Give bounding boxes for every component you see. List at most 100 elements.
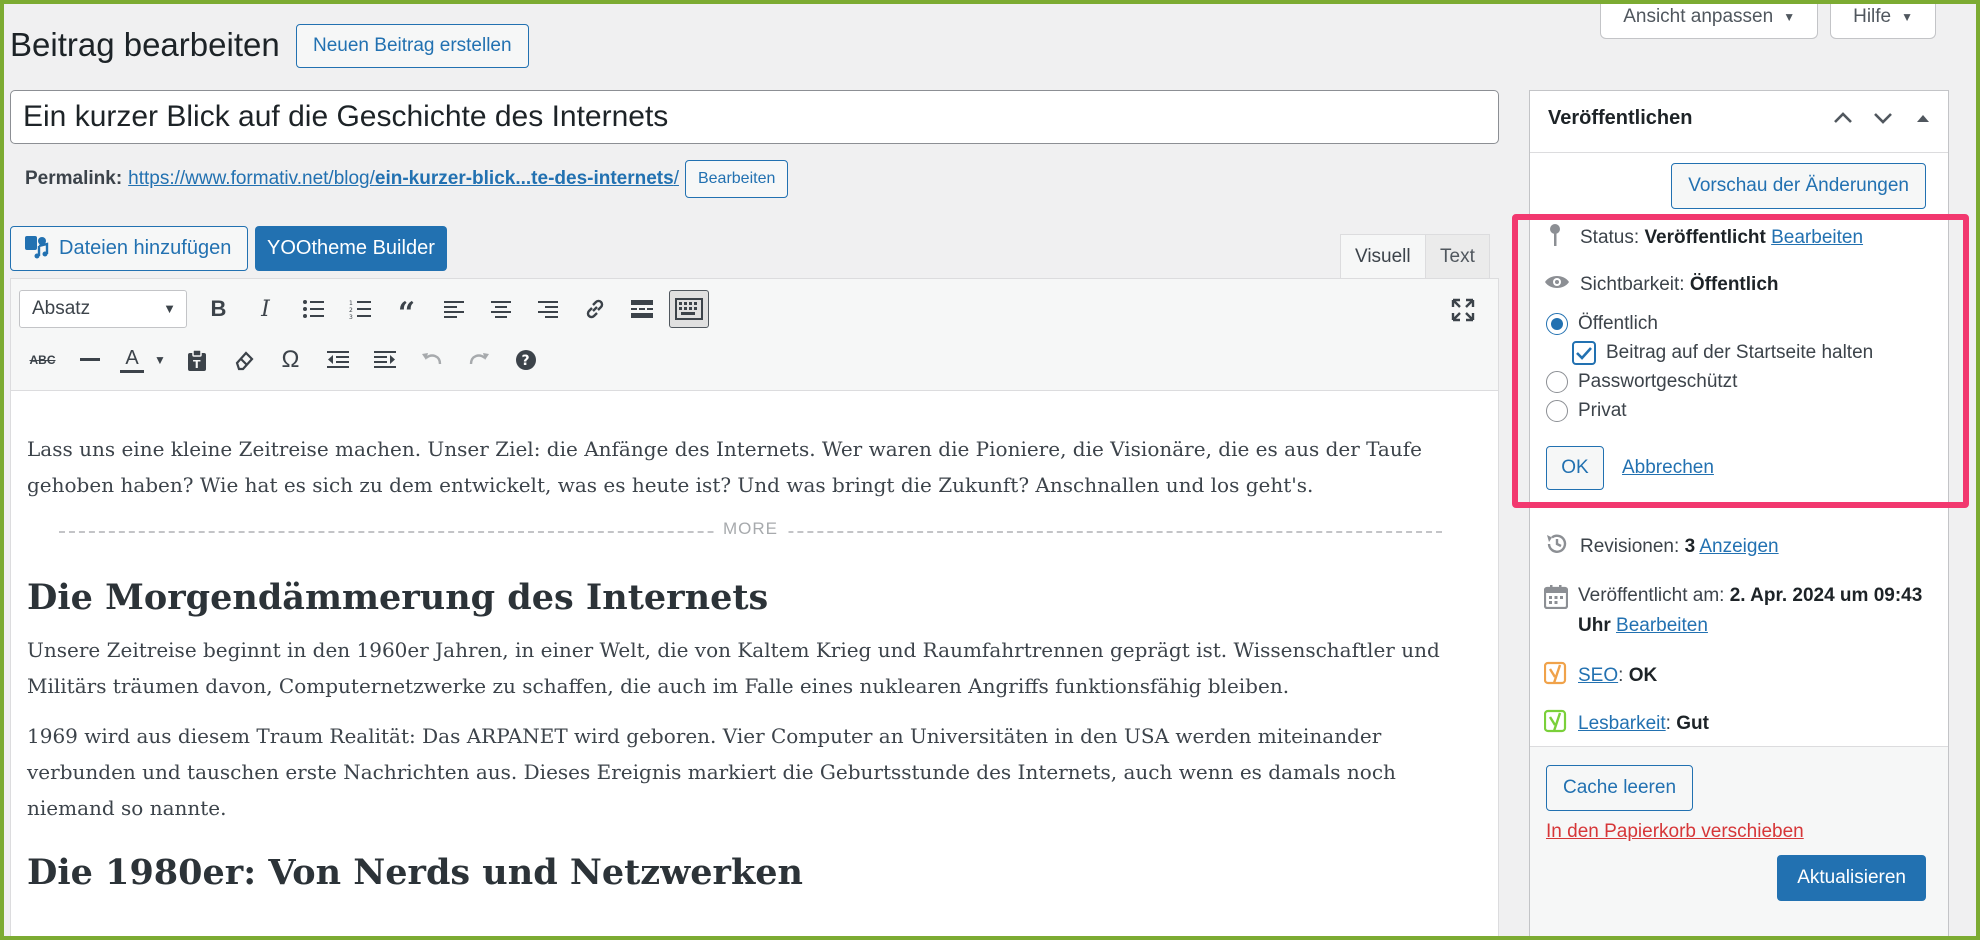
- readability-link[interactable]: Lesbarkeit: [1578, 713, 1666, 734]
- align-right-icon[interactable]: [524, 290, 571, 328]
- seo-row: SEO: OK: [1543, 661, 1658, 691]
- read-more-icon[interactable]: [618, 290, 665, 328]
- screen-options: Ansicht anpassen ▼ Hilfe ▼: [1600, 0, 1936, 39]
- cancel-link[interactable]: Abbrechen: [1622, 457, 1714, 479]
- radio-private-label: Privat: [1578, 400, 1627, 421]
- permalink-edit-button[interactable]: Bearbeiten: [684, 160, 789, 198]
- align-left-icon[interactable]: [430, 290, 477, 328]
- add-media-label: Dateien hinzufügen: [59, 237, 232, 259]
- heading-1: Die Morgendämmerung des Internets: [27, 577, 769, 618]
- visibility-password-option[interactable]: Passwortgeschützt: [1546, 371, 1737, 393]
- visibility-label: Sichtbarkeit:: [1580, 274, 1685, 295]
- sticky-option[interactable]: Beitrag auf der Startseite halten: [1572, 341, 1873, 365]
- permalink: Permalink: https://www.formativ.net/blog…: [25, 160, 789, 198]
- ok-button[interactable]: OK: [1546, 446, 1604, 490]
- update-button[interactable]: Aktualisieren: [1777, 855, 1926, 901]
- eye-icon: [1544, 273, 1570, 297]
- italic-icon[interactable]: I: [242, 290, 289, 328]
- yoast-readability-icon: [1543, 709, 1568, 739]
- sticky-checkbox[interactable]: [1572, 341, 1596, 365]
- undo-icon[interactable]: [408, 341, 455, 379]
- help-button[interactable]: Hilfe ▼: [1830, 0, 1936, 39]
- screen-options-button[interactable]: Ansicht anpassen ▼: [1600, 0, 1819, 39]
- revisions-row: Revisionen: 3 Anzeigen: [1544, 531, 1779, 563]
- radio-public[interactable]: [1546, 313, 1568, 335]
- seo-value: OK: [1628, 665, 1658, 686]
- seo-link[interactable]: SEO: [1578, 665, 1618, 686]
- pin-icon: [1546, 223, 1564, 253]
- publish-box-title: Veröffentlichen: [1548, 107, 1693, 129]
- page-title: Beitrag bearbeiten: [10, 26, 280, 63]
- numbered-list-icon[interactable]: 123: [336, 290, 383, 328]
- toolbar-row-2: ABC A ▼ T Ω ?: [19, 341, 549, 379]
- svg-text:?: ?: [521, 353, 529, 369]
- published-edit-link[interactable]: Bearbeiten: [1616, 615, 1708, 636]
- visibility-text: Sichtbarkeit: Öffentlich: [1580, 274, 1779, 296]
- yootheme-builder-button[interactable]: YOOtheme Builder: [255, 226, 447, 271]
- strikethrough-icon[interactable]: ABC: [19, 341, 66, 379]
- permalink-link[interactable]: https://www.formativ.net/blog/ein-kurzer…: [128, 168, 679, 190]
- post-title-input[interactable]: Ein kurzer Blick auf die Geschichte des …: [10, 90, 1499, 144]
- visibility-value: Öffentlich: [1689, 274, 1779, 295]
- indent-icon[interactable]: [361, 341, 408, 379]
- radio-password-label: Passwortgeschützt: [1578, 371, 1738, 392]
- paragraph-1: Unsere Zeitreise beginnt in den 1960er J…: [27, 638, 1440, 698]
- preview-changes-button[interactable]: Vorschau der Änderungen: [1671, 163, 1926, 209]
- new-post-button[interactable]: Neuen Beitrag erstellen: [296, 24, 529, 68]
- seo-text: SEO: OK: [1578, 665, 1658, 686]
- chevron-up-icon[interactable]: [1832, 107, 1854, 134]
- blockquote-icon[interactable]: “: [383, 290, 430, 329]
- more-label: MORE: [713, 519, 788, 539]
- clear-formatting-icon[interactable]: [220, 341, 267, 379]
- visibility-private-option[interactable]: Privat: [1546, 400, 1627, 422]
- toolbar-toggle-icon[interactable]: [669, 290, 709, 328]
- published-text: Veröffentlicht am: 2. Apr. 2024 um 09:43…: [1578, 581, 1934, 641]
- redo-icon[interactable]: [455, 341, 502, 379]
- sticky-label: Beitrag auf der Startseite halten: [1606, 342, 1874, 363]
- editor-content[interactable]: Lass uns eine kleine Zeitreise machen. U…: [11, 431, 1498, 893]
- permalink-label: Permalink:: [25, 168, 123, 189]
- help-icon[interactable]: ?: [502, 341, 549, 379]
- clear-cache-button[interactable]: Cache leeren: [1546, 765, 1694, 811]
- heading-2: Die 1980er: Von Nerds und Netzwerken: [27, 852, 803, 893]
- tab-visual[interactable]: Visuell: [1340, 234, 1426, 279]
- box-controls: [1832, 107, 1934, 134]
- collapse-toggle-icon[interactable]: [1912, 107, 1934, 134]
- svg-text:3: 3: [349, 314, 353, 319]
- revisions-link[interactable]: Anzeigen: [1699, 536, 1778, 557]
- tab-text[interactable]: Text: [1425, 234, 1490, 279]
- toolbar-row-1: Absatz ▼ B I 123 “: [19, 290, 713, 329]
- status-label: Status:: [1580, 227, 1640, 248]
- format-select-value: Absatz: [32, 298, 91, 319]
- yoast-seo-icon: [1543, 661, 1568, 691]
- caret-down-icon: ▼: [1783, 10, 1796, 24]
- editor: Absatz ▼ B I 123 “ ABC A ▼ T Ω ? Lass un…: [10, 278, 1499, 940]
- add-media-button[interactable]: Dateien hinzufügen: [10, 226, 249, 271]
- intro-paragraph: Lass uns eine kleine Zeitreise machen. U…: [27, 437, 1422, 497]
- align-center-icon[interactable]: [477, 290, 524, 328]
- text-color-icon[interactable]: A ▼: [113, 341, 173, 379]
- special-character-icon[interactable]: Ω: [267, 341, 314, 379]
- visibility-public-option[interactable]: Öffentlich: [1546, 313, 1658, 335]
- radio-password[interactable]: [1546, 371, 1568, 393]
- radio-private[interactable]: [1546, 400, 1568, 422]
- move-to-trash-link[interactable]: In den Papierkorb verschieben: [1546, 821, 1804, 843]
- fullscreen-icon[interactable]: [1444, 291, 1482, 329]
- status-edit-link[interactable]: Bearbeiten: [1771, 227, 1863, 248]
- link-icon[interactable]: [571, 290, 618, 328]
- bulleted-list-icon[interactable]: [289, 290, 336, 328]
- paste-as-text-icon[interactable]: T: [173, 341, 220, 379]
- calendar-icon: [1543, 585, 1569, 619]
- outdent-icon[interactable]: [314, 341, 361, 379]
- caret-down-icon: ▼: [163, 301, 176, 316]
- major-publishing-actions: Cache leeren In den Papierkorb verschieb…: [1530, 746, 1948, 940]
- svg-text:2: 2: [349, 307, 353, 314]
- format-select[interactable]: Absatz ▼: [19, 290, 187, 328]
- horizontal-line-icon[interactable]: [66, 341, 113, 379]
- svg-text:1: 1: [349, 300, 353, 307]
- chevron-down-icon[interactable]: [1872, 107, 1894, 134]
- status-text: Status: Veröffentlicht Bearbeiten: [1580, 227, 1863, 249]
- svg-text:T: T: [193, 358, 201, 371]
- permalink-trailing: /: [673, 168, 679, 189]
- bold-icon[interactable]: B: [195, 290, 242, 328]
